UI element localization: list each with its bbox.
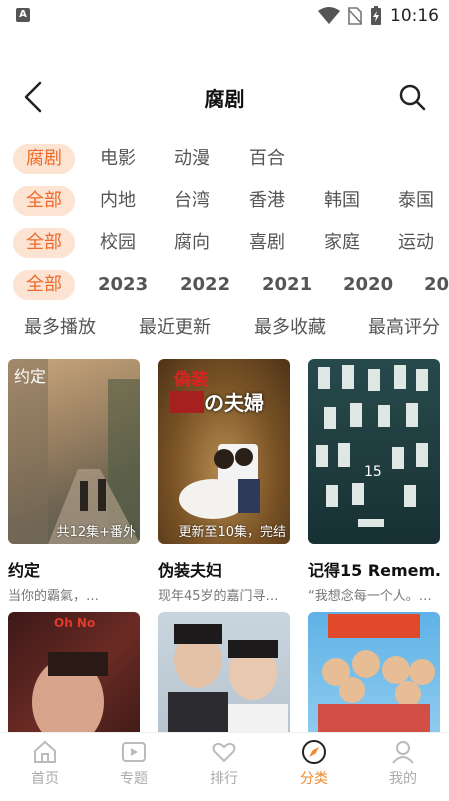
filter-row-year: 全部 2023 2022 2021 2020 20 [0, 270, 449, 300]
page-title: 腐剧 [204, 87, 245, 111]
filter-chip[interactable]: 电影 [100, 144, 136, 174]
tab-label: 我的 [389, 771, 417, 787]
filter-chip[interactable]: 20 [424, 270, 449, 300]
card-subtitle: “我想念每一个人。… [308, 589, 432, 604]
bottom-tab-bar: 首页 专题 排行 分类 我的 [0, 732, 449, 801]
video-card[interactable]: 约定 共12集+番外 约定 当你的霸氣，… [8, 359, 140, 604]
tab-topics[interactable]: 专题 [104, 739, 164, 788]
filter-chip[interactable]: 韩国 [324, 186, 360, 216]
top-bar: 腐剧 [0, 70, 449, 124]
filter-chip[interactable]: 泰国 [398, 186, 434, 216]
filter-chip[interactable]: 内地 [100, 186, 136, 216]
filter-chip[interactable]: 台湾 [174, 186, 210, 216]
filter-chip[interactable]: 全部 [13, 270, 75, 300]
filter-chip[interactable]: 2020 [343, 270, 393, 300]
app-notification-icon: A [16, 8, 30, 22]
filter-row-genre: 腐剧 电影 动漫 百合 [0, 144, 449, 174]
filter-chip[interactable]: 2023 [98, 270, 148, 300]
filter-row-type: 全部 校园 腐向 喜剧 家庭 运动 [0, 228, 449, 258]
tab-ranking[interactable]: 排行 [194, 739, 254, 788]
status-bar: A 10:16 [0, 0, 449, 32]
tab-label: 专题 [120, 771, 148, 787]
video-card[interactable]: 15 记得15 Remem… “我想念每一个人。… [308, 359, 440, 604]
filter-chip[interactable]: 百合 [249, 144, 285, 174]
sort-row: 最多播放 最近更新 最多收藏 最高评分 [0, 313, 449, 343]
sort-option[interactable]: 最多播放 [24, 313, 96, 339]
filter-chip[interactable]: 腐剧 [13, 144, 75, 174]
card-subtitle: 当你的霸氣，… [8, 589, 100, 604]
video-card[interactable]: 偽装 の夫婦 更新至10集，完结 伪装夫妇 现年45岁的嘉门寻… [158, 359, 290, 604]
filter-row-region: 全部 内地 台湾 香港 韩国 泰国 [0, 186, 449, 216]
play-box-icon [122, 742, 146, 762]
episode-badge: 更新至10集，完结 [178, 525, 286, 540]
sort-option[interactable]: 最高评分 [368, 313, 440, 339]
filter-chip[interactable]: 全部 [13, 228, 75, 258]
tab-label: 分类 [300, 771, 328, 787]
card-title: 伪装夫妇 [158, 561, 223, 580]
poster-image: 约定 共12集+番外 [8, 359, 140, 544]
filter-chip[interactable]: 运动 [398, 228, 434, 258]
user-icon [392, 741, 414, 764]
filter-chip[interactable]: 喜剧 [249, 228, 285, 258]
heart-icon [212, 742, 236, 763]
poster-image: 15 [308, 359, 440, 544]
filter-chip[interactable]: 腐向 [174, 228, 210, 258]
filter-chip[interactable]: 香港 [249, 186, 285, 216]
home-icon [34, 740, 56, 763]
tab-category[interactable]: 分类 [284, 739, 344, 788]
filter-chip[interactable]: 全部 [13, 186, 75, 216]
filter-chip[interactable]: 动漫 [174, 144, 210, 174]
no-sim-icon [348, 7, 362, 25]
compass-icon [302, 740, 326, 764]
wifi-icon [318, 7, 340, 24]
filter-chip[interactable]: 2021 [262, 270, 312, 300]
card-title: 记得15 Remem… [308, 561, 440, 580]
filter-chip[interactable]: 2022 [180, 270, 230, 300]
tab-profile[interactable]: 我的 [373, 739, 433, 788]
filter-chip[interactable]: 校园 [100, 228, 136, 258]
search-icon[interactable] [397, 80, 427, 114]
tab-label: 排行 [210, 771, 238, 787]
poster-title-text: 15 [364, 464, 382, 480]
poster-title-text: 约定 [14, 367, 47, 386]
poster-image: 偽装 の夫婦 更新至10集，完结 [158, 359, 290, 544]
battery-icon [371, 6, 381, 25]
card-subtitle: 现年45岁的嘉门寻… [158, 589, 279, 604]
status-time: 10:16 [390, 6, 439, 26]
tab-home[interactable]: 首页 [15, 739, 75, 788]
episode-badge: 共12集+番外 [56, 525, 136, 540]
card-title: 约定 [8, 561, 41, 580]
sort-option[interactable]: 最多收藏 [254, 313, 326, 339]
filter-chip[interactable]: 家庭 [324, 228, 360, 258]
tab-label: 首页 [31, 771, 59, 787]
sort-option[interactable]: 最近更新 [139, 313, 211, 339]
